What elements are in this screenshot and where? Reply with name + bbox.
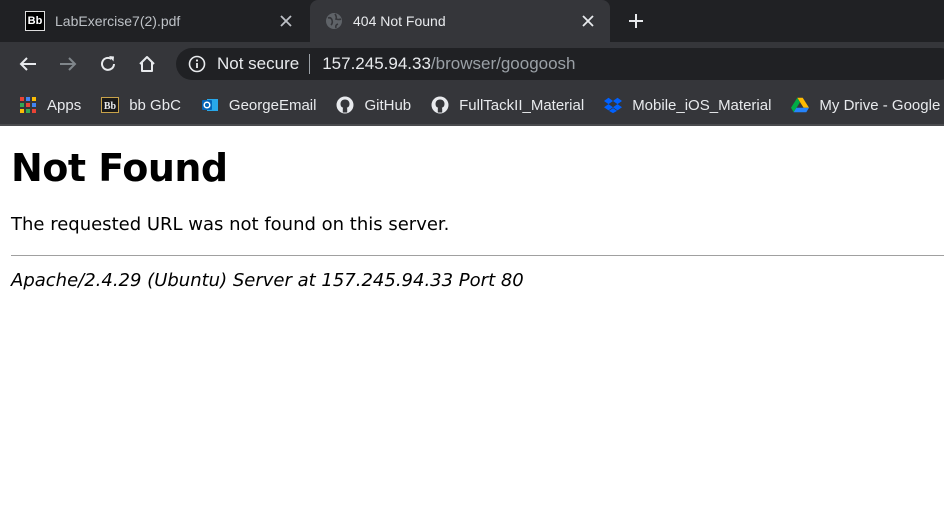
url-text[interactable]: 157.245.94.33/browser/googoosh: [322, 54, 575, 74]
home-button[interactable]: [133, 50, 161, 78]
divider: [11, 255, 944, 256]
new-tab-button[interactable]: [622, 7, 650, 35]
info-icon[interactable]: [188, 55, 206, 73]
back-button[interactable]: [14, 50, 42, 78]
github-icon: [431, 96, 449, 114]
bookmark-label: FullTackII_Material: [459, 96, 585, 114]
url-path: /browser/googoosh: [430, 54, 576, 73]
bookmark-label: Apps: [47, 96, 82, 114]
browser-toolbar: Not secure 157.245.94.33/browser/googoos…: [0, 42, 944, 86]
page-content: Not Found The requested URL was not foun…: [0, 126, 944, 299]
globe-icon: [325, 12, 343, 30]
security-status[interactable]: Not secure: [217, 54, 299, 74]
close-icon[interactable]: [578, 11, 598, 31]
tab-title: 404 Not Found: [353, 13, 446, 29]
bookmarks-bar: Apps Bb bb GbC GeorgeEmail GitHub FullTa…: [0, 86, 944, 126]
bookmark-bb-gbc[interactable]: Bb bb GbC: [89, 91, 189, 119]
bookmark-georgeemail[interactable]: GeorgeEmail: [189, 91, 325, 119]
svg-text:Bb: Bb: [104, 101, 117, 112]
bookmark-label: bb GbC: [129, 96, 181, 114]
bookmark-label: GeorgeEmail: [228, 96, 317, 114]
apps-grid-icon: [19, 96, 37, 114]
bb-icon: Bb: [25, 11, 45, 31]
tab-404-not-found[interactable]: 404 Not Found: [310, 0, 610, 42]
address-bar[interactable]: Not secure 157.245.94.33/browser/googoos…: [176, 48, 944, 80]
bookmark-label: GitHub: [364, 96, 412, 114]
tab-labexercise-pdf[interactable]: Bb LabExercise7(2).pdf: [0, 0, 308, 42]
arrow-right-icon: [60, 57, 77, 71]
bookmark-label: My Drive - Google: [819, 96, 941, 114]
close-icon[interactable]: [276, 11, 296, 31]
error-message: The requested URL was not found on this …: [11, 214, 450, 235]
bookmark-github[interactable]: GitHub: [324, 91, 419, 119]
bookmark-my-drive[interactable]: My Drive - Google: [779, 91, 944, 119]
tab-title: LabExercise7(2).pdf: [55, 13, 181, 29]
google-drive-icon: [791, 96, 810, 114]
forward-button[interactable]: [54, 50, 82, 78]
bookmark-fulltackii-material[interactable]: FullTackII_Material: [419, 91, 592, 119]
github-icon: [336, 96, 354, 114]
bookmark-label: Mobile_iOS_Material: [632, 96, 772, 114]
bb-icon: Bb: [101, 96, 120, 114]
reload-button[interactable]: [94, 50, 122, 78]
divider: [309, 54, 311, 74]
home-icon: [139, 56, 155, 72]
dropbox-icon: [604, 96, 623, 114]
outlook-icon: [201, 96, 219, 114]
url-host: 157.245.94.33: [322, 54, 431, 73]
reload-icon: [101, 56, 115, 71]
arrow-left-icon: [19, 57, 36, 71]
bookmark-apps[interactable]: Apps: [0, 91, 89, 119]
plus-icon: [629, 14, 643, 28]
page-title: Not Found: [11, 146, 228, 190]
bookmark-mobile-ios-material[interactable]: Mobile_iOS_Material: [592, 91, 779, 119]
tab-strip: Bb LabExercise7(2).pdf 404 Not Found: [0, 0, 944, 42]
server-signature: Apache/2.4.29 (Ubuntu) Server at 157.245…: [11, 270, 524, 291]
